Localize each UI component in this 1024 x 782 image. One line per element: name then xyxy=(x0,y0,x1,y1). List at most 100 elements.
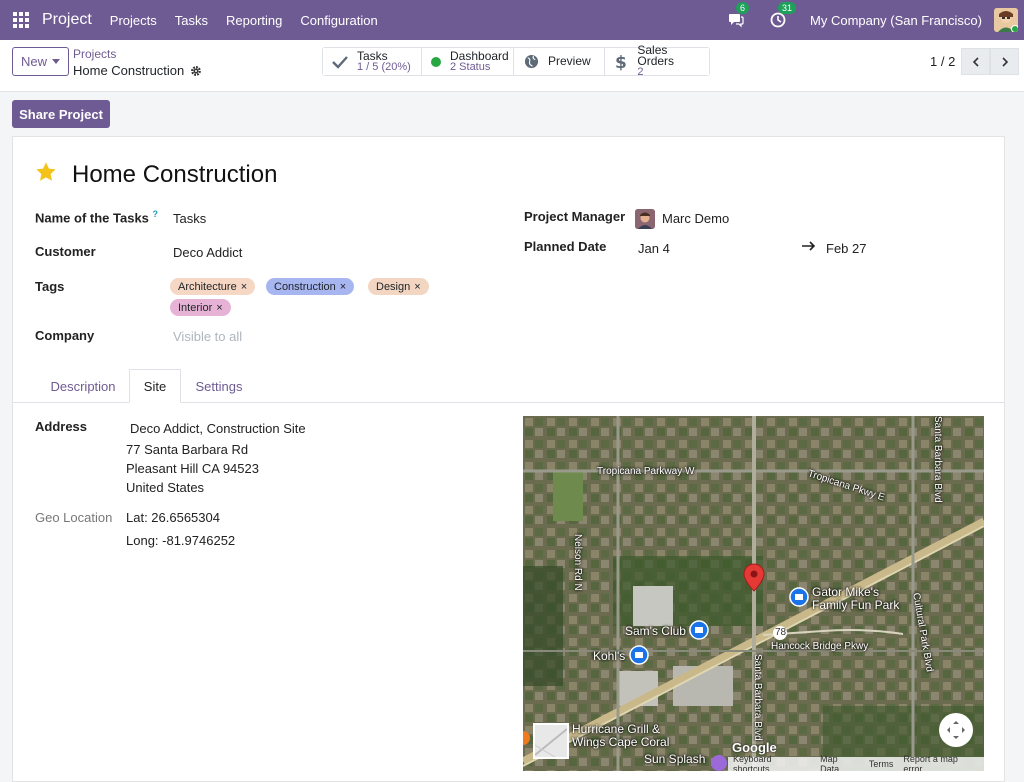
manager-avatar xyxy=(635,209,655,229)
map-keyboard-shortcuts[interactable]: Keyboard shortcuts xyxy=(728,754,815,771)
tag-architecture: Architecture × xyxy=(170,278,256,295)
longitude-value: Long: -81.9746252 xyxy=(126,533,236,548)
project-manager-field[interactable]: Marc Demo xyxy=(662,211,729,226)
tag-label: Construction xyxy=(274,280,336,293)
smart-buttons: Tasks 1 / 5 (20%) Dashboard 2 Status Previ… xyxy=(322,43,710,78)
map-label-tropicana-w: Tropicana Parkway W xyxy=(597,466,695,477)
latitude-value: Lat: 26.6565304 xyxy=(126,510,220,525)
tag-label: Architecture xyxy=(178,280,237,293)
company-label: Company xyxy=(35,328,95,343)
map-label-wings: Wings Cape Coral xyxy=(572,735,670,749)
tag-remove-icon[interactable]: × xyxy=(340,281,346,293)
tag-construction: Construction × xyxy=(266,278,355,295)
chat-icon xyxy=(729,14,744,28)
user-avatar[interactable] xyxy=(994,8,1018,32)
planned-date-label: Planned Date xyxy=(524,239,607,254)
tag-interior: Interior × xyxy=(170,299,231,316)
favorite-star-icon[interactable] xyxy=(35,161,57,183)
app-name[interactable]: Project xyxy=(42,11,92,29)
chevron-left-icon xyxy=(972,56,979,67)
map-label-kohls: Kohl's xyxy=(593,649,626,663)
address-line-2[interactable]: 77 Santa Barbara Rd xyxy=(126,442,248,457)
tab-description[interactable]: Description xyxy=(37,369,129,403)
map-fullscreen-button[interactable] xyxy=(939,713,973,747)
help-tooltip-icon[interactable]: ? xyxy=(153,209,159,219)
tasks-smart-value: 1 / 5 (20%) xyxy=(357,60,411,73)
breadcrumb-current-label: Home Construction xyxy=(73,63,185,78)
breadcrumb-projects[interactable]: Projects xyxy=(73,47,116,61)
name-tasks-label-text: Name of the Tasks xyxy=(35,210,149,226)
tag-remove-icon[interactable]: × xyxy=(216,302,222,314)
dashboard-smart-button[interactable]: Dashboard 2 Status xyxy=(422,48,514,75)
preview-smart-button[interactable]: Preview xyxy=(514,48,605,75)
tag-design: Design × xyxy=(368,278,429,295)
name-tasks-label: Name of the Tasks ? xyxy=(35,209,158,225)
company-field[interactable]: Visible to all xyxy=(173,329,242,344)
tag-remove-icon[interactable]: × xyxy=(241,281,247,293)
planned-end-field[interactable]: Feb 27 xyxy=(826,241,866,256)
dollar-icon: $ xyxy=(615,53,627,71)
menu-reporting[interactable]: Reporting xyxy=(226,13,282,28)
map-label-gator: Gator Mike's xyxy=(812,585,879,599)
google-logo: Google xyxy=(732,740,777,755)
map-label-nelson: Nelson Rd N xyxy=(572,534,583,591)
map-data-link[interactable]: Map Data xyxy=(815,754,864,771)
tag-label: Design xyxy=(376,280,411,293)
map-report-link[interactable]: Report a map error xyxy=(898,754,984,771)
messages-button[interactable]: 6 xyxy=(726,2,750,30)
address-line-1[interactable]: Deco Addict, Construction Site xyxy=(130,421,306,436)
status-dot-icon xyxy=(431,56,441,67)
apps-menu-icon[interactable] xyxy=(0,0,42,40)
map-type-toggle[interactable] xyxy=(533,723,569,759)
tasks-smart-label: Tasks xyxy=(357,48,388,63)
pager-previous-button[interactable] xyxy=(961,48,990,75)
map-label-sun-splash: Sun Splash xyxy=(644,752,706,766)
tab-site[interactable]: Site xyxy=(129,369,181,403)
planned-start-field[interactable]: Jan 4 xyxy=(638,241,670,256)
notebook-tabs: Description Site Settings xyxy=(13,369,1004,403)
customer-field[interactable]: Deco Addict xyxy=(173,245,242,260)
gear-icon[interactable] xyxy=(190,65,202,77)
svg-text:$: $ xyxy=(615,53,627,71)
chevron-right-icon xyxy=(1001,56,1008,67)
sales-orders-smart-label: Sales Orders xyxy=(637,43,675,68)
map-label-family-park: Family Fun Park xyxy=(812,598,900,612)
map-label-sams-club: Sam's Club xyxy=(625,624,686,638)
company-switcher[interactable]: My Company (San Francisco) xyxy=(810,13,982,28)
pager-buttons xyxy=(961,48,1019,75)
geo-location-label: Geo Location xyxy=(35,510,113,525)
address-line-4[interactable]: United States xyxy=(126,480,204,495)
map-label-route-78: 78 xyxy=(775,627,787,638)
menu-tasks[interactable]: Tasks xyxy=(175,13,208,28)
arrow-right-icon xyxy=(802,241,816,251)
map-label-hurricane: Hurricane Grill & xyxy=(572,722,661,736)
map-terms-link[interactable]: Terms xyxy=(864,759,899,769)
map-label-santa-barbara: Santa Barbara Blvd xyxy=(752,654,763,741)
tag-label: Interior xyxy=(178,301,213,314)
map-label-santa-barbara-top: Santa Barbara Blvd xyxy=(932,416,943,503)
address-line-3[interactable]: Pleasant Hill CA 94523 xyxy=(126,461,259,476)
menu-projects[interactable]: Projects xyxy=(110,13,157,28)
project-title[interactable]: Home Construction xyxy=(72,161,277,189)
breadcrumb-current: Home Construction xyxy=(73,63,202,78)
menu-configuration[interactable]: Configuration xyxy=(300,13,377,28)
tag-remove-icon[interactable]: × xyxy=(414,281,420,293)
activities-button[interactable]: 31 xyxy=(768,2,797,30)
sales-orders-smart-button[interactable]: $ Sales Orders 2 xyxy=(605,43,709,78)
new-button[interactable]: New xyxy=(12,47,69,76)
pager-value: 1 / 2 xyxy=(930,54,956,69)
pager-next-button[interactable] xyxy=(990,48,1019,75)
tasks-smart-button[interactable]: Tasks 1 / 5 (20%) xyxy=(323,48,422,75)
tab-settings[interactable]: Settings xyxy=(181,369,257,403)
form-sheet: Home Construction Name of the Tasks ? Ta… xyxy=(12,136,1005,782)
dashboard-smart-value: 2 Status xyxy=(450,60,491,73)
site-map[interactable]: Tropicana Parkway W Tropicana Pkwy E Nel… xyxy=(523,416,984,771)
online-status-dot xyxy=(1011,25,1018,32)
new-button-label: New xyxy=(20,54,47,69)
sales-orders-smart-value: 2 xyxy=(637,66,644,78)
share-project-button[interactable]: Share Project xyxy=(12,100,110,128)
address-label: Address xyxy=(35,419,88,434)
map-label-hancock: Hancock Bridge Pkwy xyxy=(771,641,869,652)
name-tasks-field[interactable]: Tasks xyxy=(173,211,206,226)
dashboard-smart-label: Dashboard xyxy=(450,48,509,63)
